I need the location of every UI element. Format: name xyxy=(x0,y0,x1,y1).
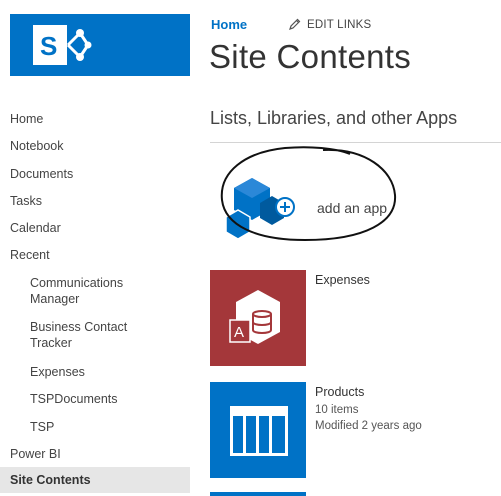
expenses-app-name[interactable]: Expenses xyxy=(315,273,370,287)
nav-item-label: Business Contact Tracker xyxy=(30,320,128,350)
svg-text:A: A xyxy=(234,324,244,341)
sharepoint-logo-icon: S xyxy=(33,25,92,65)
nav-item-label: TSPDocuments xyxy=(30,392,118,406)
nav-item-tspdocuments[interactable]: TSPDocuments xyxy=(0,391,190,407)
nav-item-label: Notebook xyxy=(10,139,64,153)
nav-item-label: TSP xyxy=(30,420,55,434)
sharepoint-logo[interactable]: S xyxy=(10,14,190,76)
section-divider xyxy=(210,142,501,143)
add-an-app-label[interactable]: add an app xyxy=(317,200,387,216)
page-title: Site Contents xyxy=(209,38,412,75)
edit-links-button[interactable]: EDIT LINKS xyxy=(289,18,371,31)
access-database-icon: A xyxy=(229,290,280,344)
expenses-app-tile[interactable]: A xyxy=(210,270,306,366)
pencil-icon xyxy=(289,18,301,30)
nav-item-expenses[interactable]: Expenses xyxy=(0,364,190,380)
breadcrumb-home-link[interactable]: Home xyxy=(211,17,247,32)
products-item-count: 10 items xyxy=(315,404,359,416)
nav-item-power-bi[interactable]: Power BI xyxy=(0,446,190,462)
nav-item-label: Site Contents xyxy=(10,473,91,487)
nav-item-documents[interactable]: Documents xyxy=(0,166,190,182)
nav-item-site-contents[interactable]: Site Contents xyxy=(0,467,190,493)
nav-item-label: Home xyxy=(10,112,44,126)
nav-item-label: Tasks xyxy=(10,194,42,208)
section-title: Lists, Libraries, and other Apps xyxy=(210,108,458,128)
products-modified: Modified 2 years ago xyxy=(315,420,422,432)
next-app-tile[interactable] xyxy=(210,492,306,496)
nav-item-home[interactable]: Home xyxy=(0,111,190,127)
edit-links-label: EDIT LINKS xyxy=(307,19,372,31)
nav-item-label: Power BI xyxy=(10,447,61,461)
add-app-cubes-icon xyxy=(225,178,295,240)
nav-item-label: Expenses xyxy=(30,365,85,379)
nav-item-label: Calendar xyxy=(10,221,61,235)
nav-item-notebook[interactable]: Notebook xyxy=(0,138,190,154)
svg-text:S: S xyxy=(40,31,57,61)
nav-item-label: Communications Manager xyxy=(30,276,124,306)
products-app-name[interactable]: Products xyxy=(315,385,364,399)
nav-item-label: Recent xyxy=(10,248,50,262)
products-app-tile[interactable] xyxy=(210,382,306,478)
nav-item-tsp[interactable]: TSP xyxy=(0,419,190,435)
nav-item-business-contact-tracker[interactable]: Business Contact Tracker xyxy=(0,319,150,351)
nav-item-label: Documents xyxy=(10,167,74,181)
nav-item-tasks[interactable]: Tasks xyxy=(0,193,190,209)
list-table-icon xyxy=(230,406,288,456)
nav-item-communications-manager[interactable]: Communications Manager xyxy=(0,275,150,307)
nav-item-recent[interactable]: Recent xyxy=(0,247,190,263)
nav-item-calendar[interactable]: Calendar xyxy=(0,220,190,236)
